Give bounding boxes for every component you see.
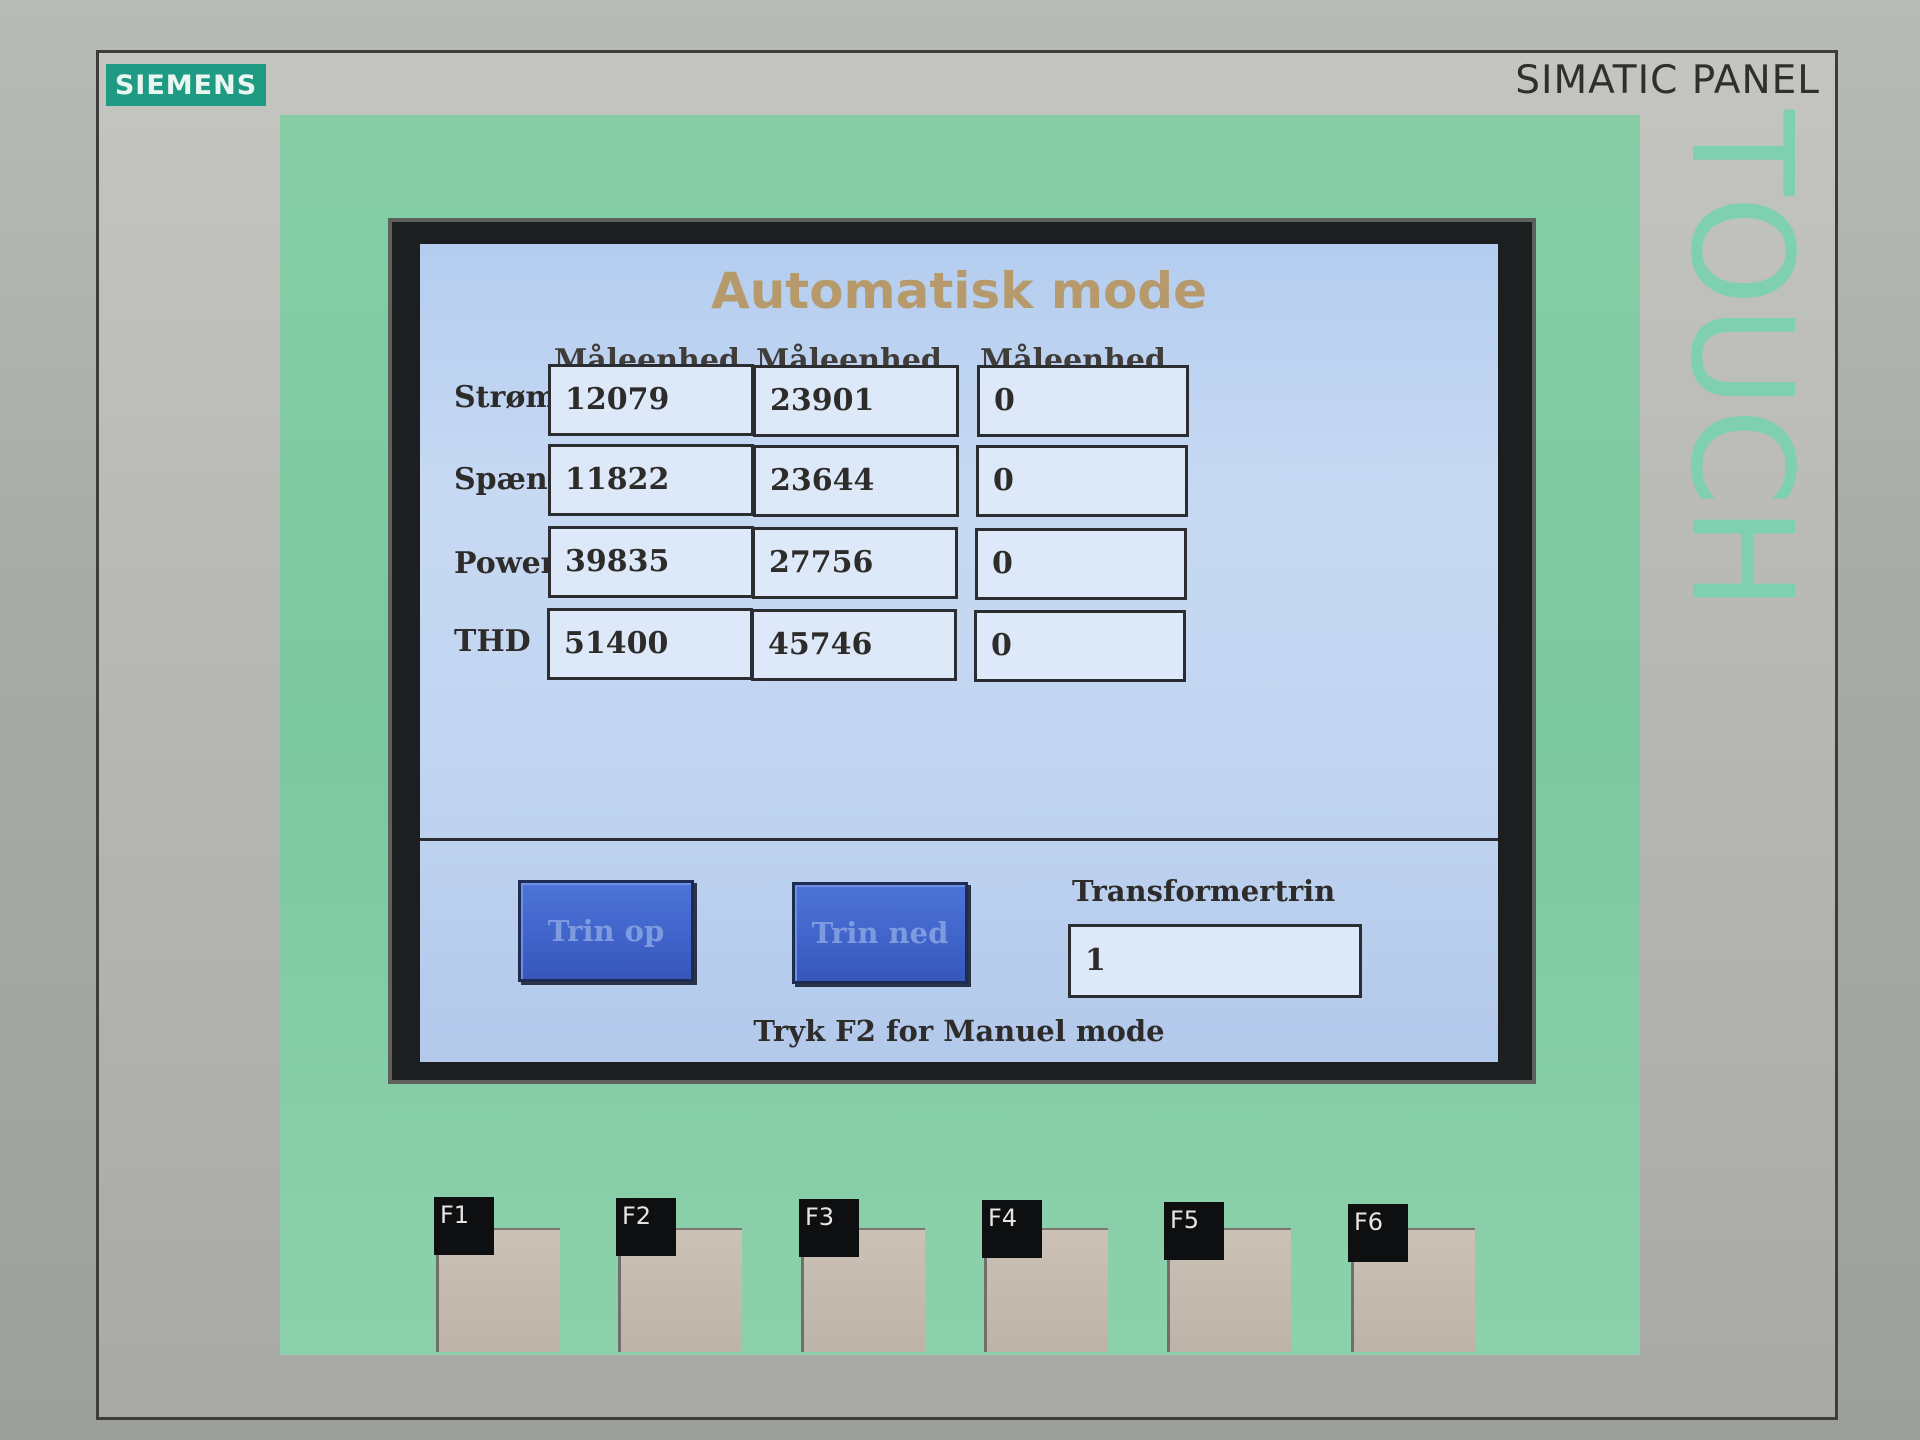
function-key-f4-label: F4 bbox=[982, 1200, 1042, 1258]
hmi-screen: Automatisk mode Måleenhed central Måleen… bbox=[420, 244, 1498, 1062]
value-field-spaending-central[interactable]: 11822 bbox=[548, 444, 754, 516]
value-field-spaending-forbruger-2[interactable]: 0 bbox=[976, 445, 1188, 517]
touch-label: TOUCH bbox=[1630, 110, 1830, 650]
function-key-f6-label: F6 bbox=[1348, 1204, 1408, 1262]
value-field-strom-forbruger-1[interactable]: 23901 bbox=[753, 365, 959, 437]
function-key-f1-label: F1 bbox=[434, 1197, 494, 1255]
trin-op-button[interactable]: Trin op bbox=[518, 880, 694, 982]
value-field-strom-central[interactable]: 12079 bbox=[548, 364, 754, 436]
touch-label-text: TOUCH bbox=[1659, 110, 1822, 612]
trin-ned-button[interactable]: Trin ned bbox=[792, 882, 968, 984]
function-key-f3-label: F3 bbox=[799, 1199, 859, 1257]
value-field-thd-central[interactable]: 51400 bbox=[547, 608, 753, 680]
value-field-spaending-forbruger-1[interactable]: 23644 bbox=[753, 445, 959, 517]
transformer-step-field[interactable]: 1 bbox=[1068, 924, 1362, 998]
value-field-thd-forbruger-1[interactable]: 45746 bbox=[751, 609, 957, 681]
siemens-logo: SIEMENS bbox=[106, 64, 266, 106]
value-field-powerfactor-forbruger-1[interactable]: 27756 bbox=[752, 527, 958, 599]
transformer-step-label: Transformertrin bbox=[1072, 874, 1336, 908]
value-field-powerfactor-central[interactable]: 39835 bbox=[548, 526, 754, 598]
value-field-thd-forbruger-2[interactable]: 0 bbox=[974, 610, 1186, 682]
section-divider bbox=[420, 838, 1498, 841]
value-field-powerfactor-forbruger-2[interactable]: 0 bbox=[975, 528, 1187, 600]
manual-mode-hint: Tryk F2 for Manuel mode bbox=[753, 1014, 1165, 1048]
value-field-strom-forbruger-2[interactable]: 0 bbox=[977, 365, 1189, 437]
function-key-f2-label: F2 bbox=[616, 1198, 676, 1256]
function-key-f5-label: F5 bbox=[1164, 1202, 1224, 1260]
page-title: Automatisk mode bbox=[711, 262, 1207, 320]
panel-model-label: SIMATIC PANEL bbox=[1515, 58, 1820, 103]
hmi-device: SIEMENS SIMATIC PANEL TOUCH Automatisk m… bbox=[0, 0, 1920, 1440]
